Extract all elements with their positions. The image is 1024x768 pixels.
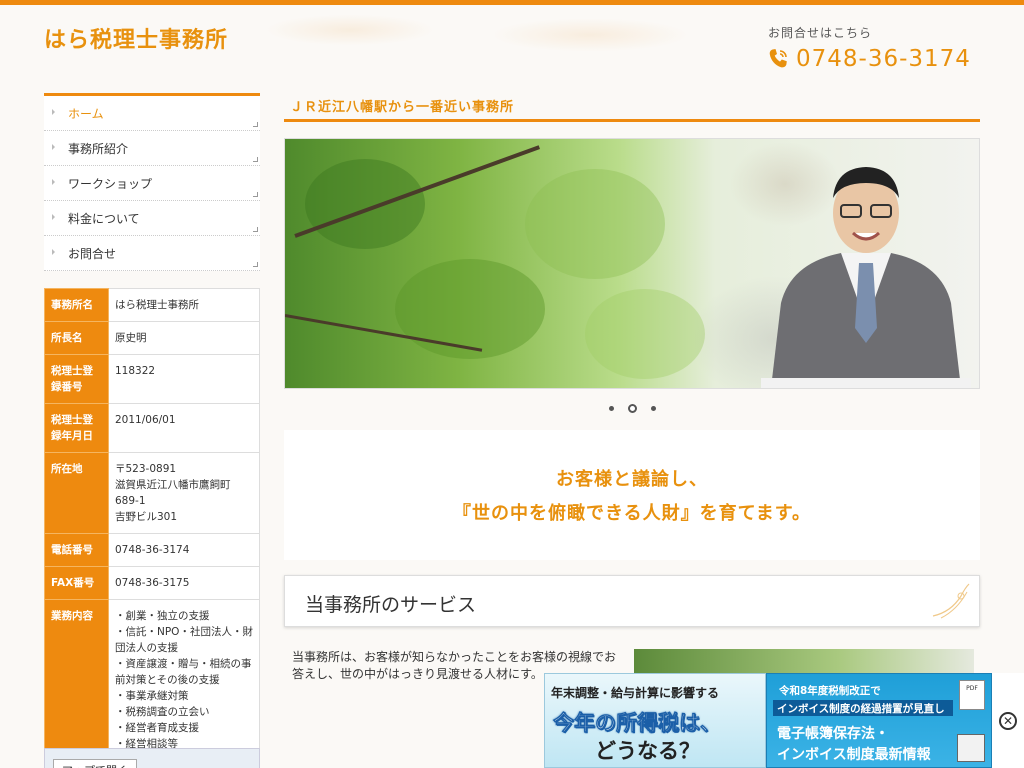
service-line: ・経営者育成支援 bbox=[115, 722, 199, 734]
slider-dot-active[interactable] bbox=[627, 403, 637, 413]
slider-dot[interactable] bbox=[650, 405, 656, 411]
phone-number: 0748-36-3174 bbox=[796, 46, 971, 72]
table-row: 業務内容 ・創業・独立の支援 ・信託・NPO・社団法人・財 団法人の支援 ・資産… bbox=[44, 599, 260, 761]
service-line: ・資産譲渡・贈与・相続の事 bbox=[115, 658, 252, 670]
banner-right-caption: 令和8年度税制改正で bbox=[779, 685, 881, 697]
bullet-icon bbox=[52, 214, 55, 220]
header-decoration bbox=[230, 5, 790, 65]
info-key: 所在地 bbox=[44, 452, 109, 534]
service-title-text: 当事務所のサービス bbox=[305, 594, 477, 616]
corner-icon bbox=[253, 122, 258, 127]
nav-label: 事務所紹介 bbox=[68, 141, 129, 156]
main-nav: ホーム 事務所紹介 ワークショップ 料金について お問合せ bbox=[44, 93, 260, 271]
tagline-box: お客様と議論し、 『世の中を俯瞰できる人財』を育てます。 bbox=[284, 430, 980, 560]
ad-banner[interactable]: 年末調整・給与計算に影響する 今年の所得税は、 どうなる？ 令和8年度税制改正で… bbox=[544, 673, 1024, 768]
info-key: 事務所名 bbox=[44, 288, 109, 322]
slider-dots bbox=[284, 401, 980, 415]
banner-close-area[interactable]: ✕ bbox=[992, 673, 1024, 768]
bullet-icon bbox=[52, 179, 55, 185]
service-line: ・信託・NPO・社団法人・財 bbox=[115, 626, 253, 638]
nav-item-about[interactable]: 事務所紹介 bbox=[44, 131, 260, 166]
nav-item-home[interactable]: ホーム bbox=[44, 96, 260, 131]
banner-left-headline: 今年の所得税は、 bbox=[553, 711, 722, 736]
corner-icon bbox=[253, 157, 258, 162]
nav-item-contact[interactable]: お問合せ bbox=[44, 236, 260, 271]
service-line: 団法人の支援 bbox=[115, 642, 178, 654]
sidebar: ホーム 事務所紹介 ワークショップ 料金について お問合せ 事務所名 はら税理士… bbox=[44, 93, 260, 761]
swirl-ornament-icon bbox=[932, 583, 970, 619]
table-row: 所長名 原史明 bbox=[44, 321, 260, 355]
address-line: 滋賀県近江八幡市鷹飼町 bbox=[115, 479, 231, 491]
nav-item-workshop[interactable]: ワークショップ bbox=[44, 166, 260, 201]
banner-right-strip: インボイス制度の経過措置が見直し bbox=[773, 700, 953, 716]
site-title[interactable]: はら税理士事務所 bbox=[44, 22, 228, 54]
info-value: 0748-36-3175 bbox=[108, 566, 260, 600]
bullet-icon bbox=[52, 249, 55, 255]
info-key: 所長名 bbox=[44, 321, 109, 355]
office-info-table: 事務所名 はら税理士事務所 所長名 原史明 税理士登録番号 118322 税理士… bbox=[44, 288, 260, 761]
main-content: ＪＲ近江八幡駅から一番近い事務所 お客様と議論し、 『世の中を俯瞰できる人財』を… bbox=[284, 93, 980, 768]
info-key: 業務内容 bbox=[44, 599, 109, 761]
info-value-services: ・創業・独立の支援 ・信託・NPO・社団法人・財 団法人の支援 ・資産譲渡・贈与… bbox=[108, 599, 260, 761]
hero-slider[interactable] bbox=[284, 138, 980, 389]
info-value: はら税理士事務所 bbox=[108, 288, 260, 322]
service-section-title: 当事務所のサービス bbox=[284, 575, 980, 627]
info-key: 税理士登録年月日 bbox=[44, 403, 109, 453]
document-icon bbox=[957, 734, 985, 762]
pdf-icon: PDF bbox=[959, 680, 985, 710]
close-icon[interactable]: ✕ bbox=[999, 711, 1017, 730]
banner-right-line3: 電子帳簿保存法・ bbox=[777, 726, 889, 742]
nav-label: お問合せ bbox=[68, 246, 117, 261]
info-value: 原史明 bbox=[108, 321, 260, 355]
banner-left-panel[interactable]: 年末調整・給与計算に影響する 今年の所得税は、 どうなる？ bbox=[544, 673, 766, 768]
foliage bbox=[305, 159, 425, 249]
nav-label: ワークショップ bbox=[68, 176, 153, 191]
info-value: 0748-36-3174 bbox=[108, 533, 260, 567]
service-line: ・事業承継対策 bbox=[115, 690, 189, 702]
service-line: ・税務調査の立会い bbox=[115, 706, 210, 718]
info-key: 税理士登録番号 bbox=[44, 354, 109, 404]
map-open-button[interactable]: マップで開く bbox=[53, 759, 137, 768]
nav-item-pricing[interactable]: 料金について bbox=[44, 201, 260, 236]
tagline-line-2: 『世の中を俯瞰できる人財』を育てます。 bbox=[453, 503, 811, 524]
page-heading: ＪＲ近江八幡駅から一番近い事務所 bbox=[284, 93, 980, 122]
corner-icon bbox=[253, 192, 258, 197]
banner-left-sub: どうなる？ bbox=[595, 739, 700, 763]
table-row: 事務所名 はら税理士事務所 bbox=[44, 288, 260, 322]
address-line: 吉野ビル301 bbox=[115, 511, 178, 523]
bullet-icon bbox=[52, 109, 55, 115]
table-row: 税理士登録番号 118322 bbox=[44, 354, 260, 404]
foliage bbox=[525, 169, 665, 279]
nav-label: 料金について bbox=[68, 211, 140, 226]
corner-icon bbox=[253, 262, 258, 267]
foliage bbox=[395, 259, 545, 359]
banner-right-line4: インボイス制度最新情報 bbox=[777, 747, 931, 763]
slider-dot[interactable] bbox=[608, 405, 614, 411]
contact-label: お問合せはこちら bbox=[768, 26, 873, 40]
banner-left-caption: 年末調整・給与計算に影響する bbox=[551, 686, 720, 700]
table-row: FAX番号 0748-36-3175 bbox=[44, 566, 260, 600]
person-photo bbox=[761, 167, 971, 388]
nav-label: ホーム bbox=[68, 106, 104, 121]
address-line: 〒523-0891 bbox=[115, 463, 177, 475]
info-value: 118322 bbox=[108, 354, 260, 404]
banner-right-panel[interactable]: 令和8年度税制改正で インボイス制度の経過措置が見直し 電子帳簿保存法・ インボ… bbox=[766, 673, 992, 768]
service-line: ・創業・独立の支援 bbox=[115, 610, 210, 622]
info-key: 電話番号 bbox=[44, 533, 109, 567]
table-row: 税理士登録年月日 2011/06/01 bbox=[44, 403, 260, 453]
address-line: 689-1 bbox=[115, 495, 146, 507]
table-row: 所在地 〒523-0891 滋賀県近江八幡市鷹飼町 689-1 吉野ビル301 bbox=[44, 452, 260, 534]
bullet-icon bbox=[52, 144, 55, 150]
contact-phone[interactable]: 0748-36-3174 bbox=[766, 44, 971, 74]
info-key: FAX番号 bbox=[44, 566, 109, 600]
corner-icon bbox=[253, 227, 258, 232]
table-row: 電話番号 0748-36-3174 bbox=[44, 533, 260, 567]
info-value: 2011/06/01 bbox=[108, 403, 260, 453]
phone-icon bbox=[769, 49, 787, 68]
info-value-address: 〒523-0891 滋賀県近江八幡市鷹飼町 689-1 吉野ビル301 bbox=[108, 452, 260, 534]
service-line: 前対策とその後の支援 bbox=[115, 674, 220, 686]
map-box[interactable]: マップで開く bbox=[44, 748, 260, 768]
tagline-line-1: お客様と議論し、 bbox=[556, 469, 708, 490]
